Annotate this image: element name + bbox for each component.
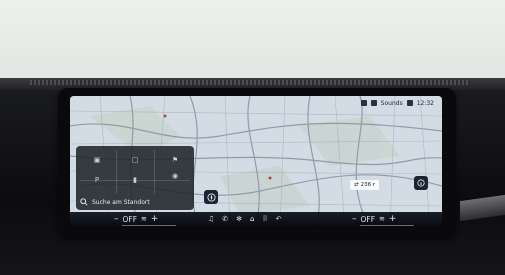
source-label: Sounds xyxy=(380,99,403,107)
temp-down-right-button[interactable]: – xyxy=(352,214,357,224)
temp-down-left-button[interactable]: – xyxy=(114,214,119,224)
status-bar: Sounds 12:32 xyxy=(360,98,434,108)
parking-icon[interactable]: P xyxy=(90,174,104,186)
map-options-button[interactable] xyxy=(414,176,428,190)
back-button[interactable]: ↶ xyxy=(276,215,282,223)
search-field[interactable]: Suche am Standort xyxy=(80,196,192,208)
camera-icon[interactable]: ▣ xyxy=(90,154,104,166)
climate-left: – OFF ≋ + xyxy=(114,213,184,226)
climate-left-state[interactable]: OFF xyxy=(123,215,138,224)
compass-button[interactable] xyxy=(204,190,218,204)
info-icon xyxy=(417,179,425,187)
temp-gradient-right xyxy=(360,224,414,226)
bluetooth-icon xyxy=(370,100,377,106)
temp-up-left-button[interactable]: + xyxy=(151,214,159,224)
search-icon xyxy=(80,198,88,206)
temp-up-right-button[interactable]: + xyxy=(389,214,397,224)
fan-button[interactable]: ✻ xyxy=(236,215,242,223)
climate-right-state[interactable]: OFF xyxy=(361,215,376,224)
compass-icon xyxy=(206,192,216,202)
distance-value: 236 r xyxy=(360,182,376,188)
dashboard-vent xyxy=(30,80,470,85)
seat-heat-left-icon[interactable]: ≋ xyxy=(141,215,147,223)
fuel-icon[interactable]: ▮ xyxy=(128,174,142,186)
phone-icon[interactable]: ▢ xyxy=(128,154,142,166)
clock: 12:32 xyxy=(416,99,434,107)
background-wall xyxy=(0,0,505,90)
widget-divider xyxy=(116,150,117,194)
traffic-icon[interactable]: ⚑ xyxy=(168,154,182,166)
home-button[interactable]: ⌂ xyxy=(250,215,254,223)
climate-right: – OFF ≋ + xyxy=(352,213,422,226)
search-label: Suche am Standort xyxy=(92,198,150,206)
temp-gradient-left xyxy=(122,224,176,226)
phone-button[interactable]: ✆ xyxy=(222,215,228,223)
signal-icon xyxy=(406,100,413,106)
seat-heat-right-icon[interactable]: ≋ xyxy=(379,215,385,223)
widget-divider xyxy=(154,150,155,194)
route-icon: ⇄ xyxy=(354,182,359,188)
distance-label: ⇄ 236 r xyxy=(350,180,380,190)
settings-icon[interactable]: ◉ xyxy=(168,170,182,182)
notification-icon xyxy=(360,100,367,106)
nav-bar: ♫ ✆ ✻ ⌂ ⠿ ↶ xyxy=(208,213,282,225)
apps-button[interactable]: ⠿ xyxy=(262,215,267,223)
media-button[interactable]: ♫ xyxy=(208,215,214,223)
